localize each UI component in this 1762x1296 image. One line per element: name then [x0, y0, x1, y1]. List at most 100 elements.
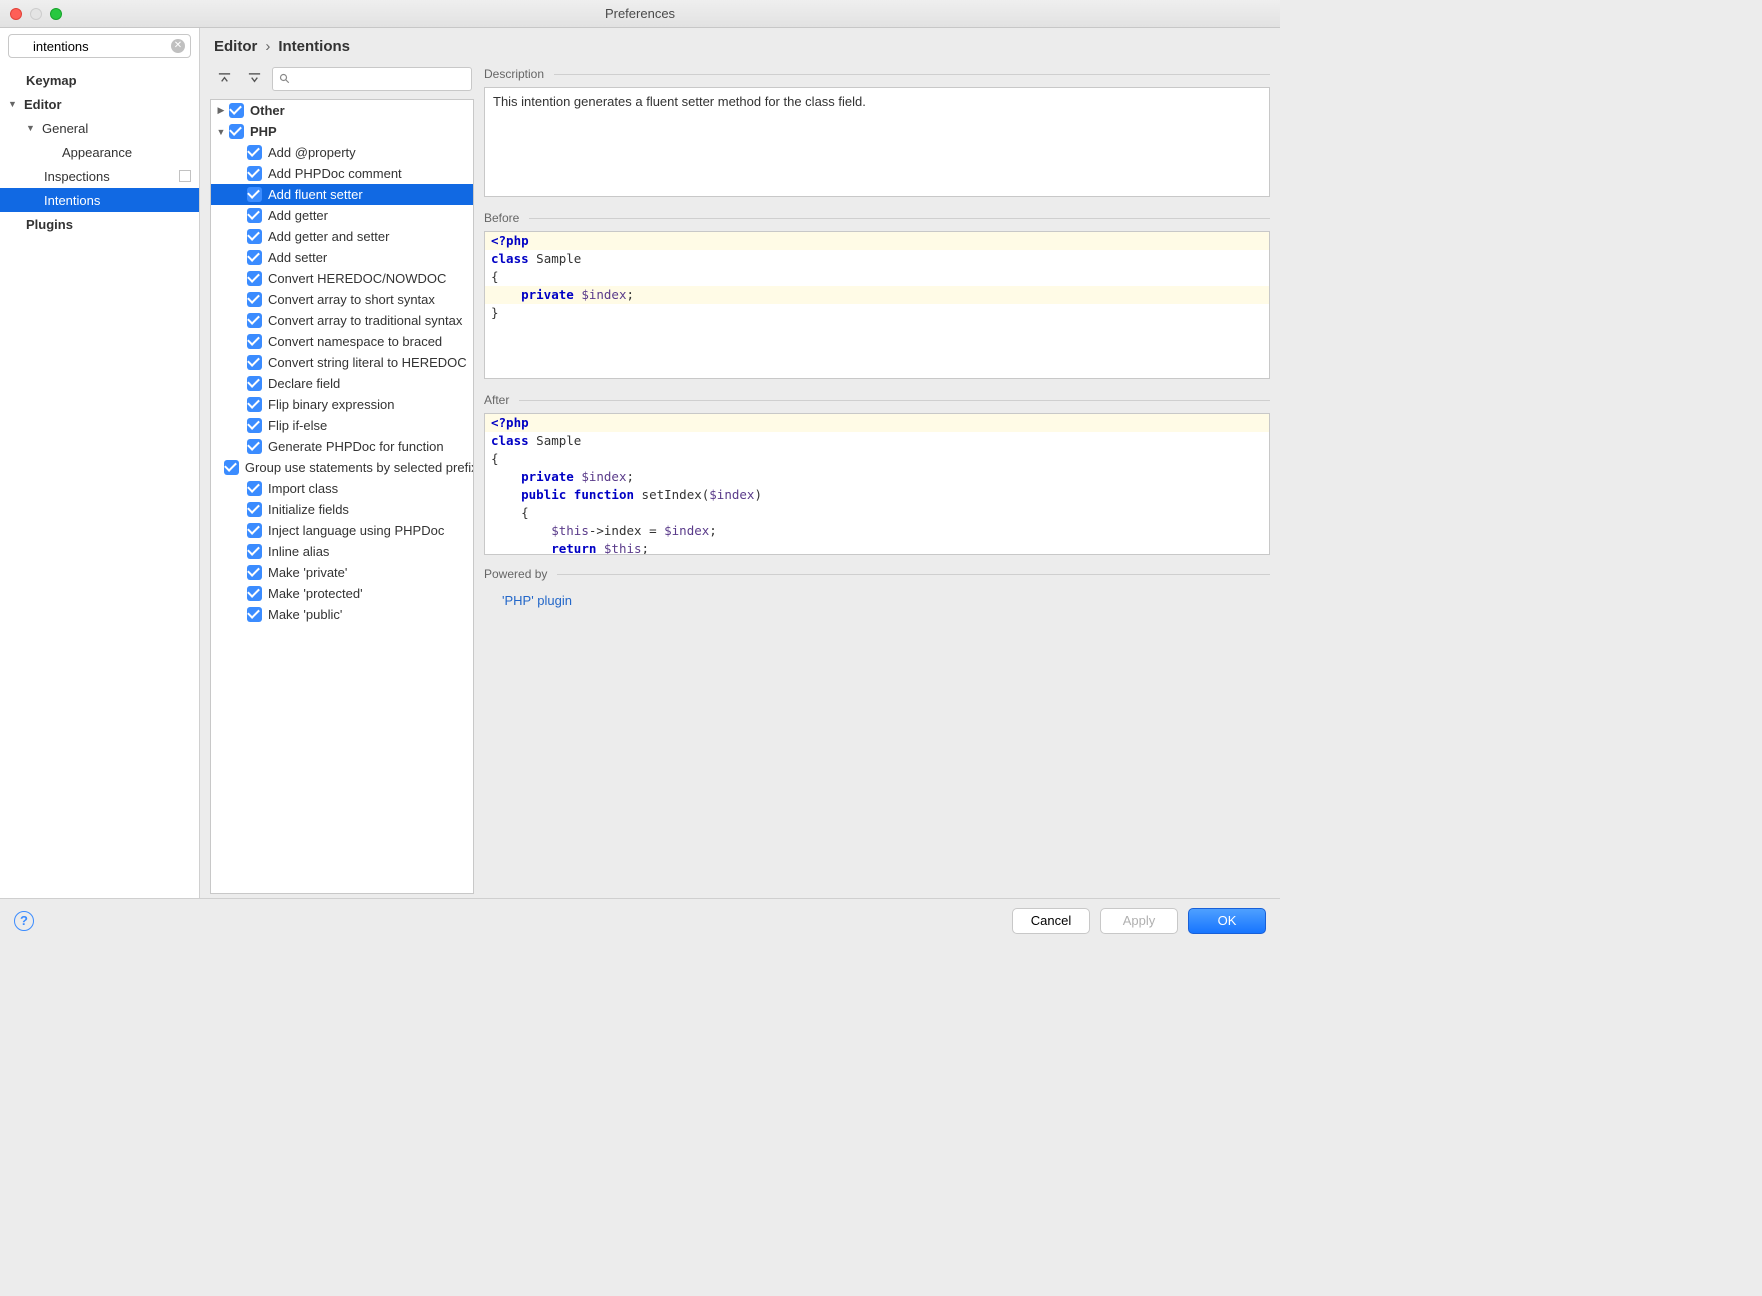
tree-item[interactable]: ▶Flip binary expression: [211, 394, 473, 415]
chevron-down-icon: ▼: [215, 127, 227, 137]
chevron-right-icon: ▶: [215, 105, 227, 116]
tree-item[interactable]: ▶Convert array to traditional syntax: [211, 310, 473, 331]
tree-item-label: Convert HEREDOC/NOWDOC: [268, 271, 446, 286]
expand-all-icon[interactable]: [212, 68, 236, 90]
tree-item[interactable]: ▶Convert HEREDOC/NOWDOC: [211, 268, 473, 289]
checkbox-icon[interactable]: [247, 523, 262, 538]
tree-item[interactable]: ▶Make 'protected': [211, 583, 473, 604]
tree-item[interactable]: ▶Flip if-else: [211, 415, 473, 436]
after-code: <?phpclass Sample{ private $index; publi…: [484, 413, 1270, 555]
tree-item[interactable]: ▶Generate PHPDoc for function: [211, 436, 473, 457]
checkbox-icon[interactable]: [247, 544, 262, 559]
settings-search-input[interactable]: [8, 34, 191, 58]
checkbox-icon[interactable]: [247, 565, 262, 580]
tree-item[interactable]: ▶Make 'public': [211, 604, 473, 625]
sidebar-item-inspections[interactable]: Inspections: [0, 164, 199, 188]
before-code: <?phpclass Sample{ private $index;}: [484, 231, 1270, 379]
tree-search-input[interactable]: [272, 67, 472, 91]
tree-item[interactable]: ▶Add getter and setter: [211, 226, 473, 247]
ok-button[interactable]: OK: [1188, 908, 1266, 934]
tree-group-label: PHP: [250, 124, 277, 139]
sidebar-item-intentions[interactable]: Intentions: [0, 188, 199, 212]
description-text: This intention generates a fluent setter…: [484, 87, 1270, 197]
help-button[interactable]: ?: [14, 911, 34, 931]
checkbox-icon[interactable]: [247, 208, 262, 223]
checkbox-icon[interactable]: [229, 103, 244, 118]
tree-item-label: Generate PHPDoc for function: [268, 439, 444, 454]
checkbox-icon[interactable]: [247, 418, 262, 433]
sidebar-item-label: Intentions: [44, 193, 199, 208]
tree-item[interactable]: ▶Convert array to short syntax: [211, 289, 473, 310]
checkbox-icon[interactable]: [247, 313, 262, 328]
sidebar-item-plugins[interactable]: Plugins: [0, 212, 199, 236]
tree-item-label: Make 'private': [268, 565, 347, 580]
sidebar-item-label: Inspections: [44, 169, 179, 184]
before-label: Before: [484, 211, 519, 225]
checkbox-icon[interactable]: [247, 145, 262, 160]
sidebar-item-keymap[interactable]: Keymap: [0, 68, 199, 92]
tree-item[interactable]: ▶Add getter: [211, 205, 473, 226]
tree-item[interactable]: ▶Convert string literal to HEREDOC: [211, 352, 473, 373]
checkbox-icon[interactable]: [247, 502, 262, 517]
tree-item-label: Declare field: [268, 376, 340, 391]
tree-item[interactable]: ▶Inject language using PHPDoc: [211, 520, 473, 541]
chevron-down-icon: ▼: [26, 123, 36, 133]
tree-item-label: Add getter: [268, 208, 328, 223]
tree-item[interactable]: ▶Make 'private': [211, 562, 473, 583]
powered-by-link[interactable]: 'PHP' plugin: [484, 587, 1270, 608]
sidebar-item-appearance[interactable]: Appearance: [0, 140, 199, 164]
tree-item-label: Add fluent setter: [268, 187, 363, 202]
tree-item-label: Flip binary expression: [268, 397, 394, 412]
tree-item-label: Convert namespace to braced: [268, 334, 442, 349]
sidebar-item-label: Plugins: [26, 217, 199, 232]
tree-item[interactable]: ▶Group use statements by selected prefix: [211, 457, 473, 478]
tree-item-label: Convert array to traditional syntax: [268, 313, 462, 328]
checkbox-icon[interactable]: [247, 187, 262, 202]
checkbox-icon[interactable]: [247, 397, 262, 412]
tree-item[interactable]: ▶Import class: [211, 478, 473, 499]
checkbox-icon[interactable]: [247, 586, 262, 601]
sidebar-item-editor[interactable]: ▼Editor: [0, 92, 199, 116]
checkbox-icon[interactable]: [247, 292, 262, 307]
checkbox-icon[interactable]: [247, 607, 262, 622]
breadcrumb: Editor›Intentions: [200, 28, 1280, 63]
sidebar-item-label: Appearance: [62, 145, 199, 160]
checkbox-icon[interactable]: [224, 460, 239, 475]
sidebar-item-label: General: [42, 121, 199, 136]
tree-item-label: Import class: [268, 481, 338, 496]
tree-item-label: Make 'public': [268, 607, 342, 622]
tree-item-label: Make 'protected': [268, 586, 363, 601]
checkbox-icon[interactable]: [247, 229, 262, 244]
checkbox-icon[interactable]: [247, 271, 262, 286]
clear-search-icon[interactable]: ✕: [171, 39, 185, 53]
tree-item[interactable]: ▶Add setter: [211, 247, 473, 268]
checkbox-icon[interactable]: [247, 439, 262, 454]
cancel-button[interactable]: Cancel: [1012, 908, 1090, 934]
titlebar: Preferences: [0, 0, 1280, 28]
tree-item-label: Group use statements by selected prefix: [245, 460, 474, 475]
checkbox-icon[interactable]: [247, 334, 262, 349]
checkbox-icon[interactable]: [247, 481, 262, 496]
tree-group-php[interactable]: ▼ PHP: [211, 121, 473, 142]
tree-item[interactable]: ▶Convert namespace to braced: [211, 331, 473, 352]
tree-item-label: Initialize fields: [268, 502, 349, 517]
checkbox-icon[interactable]: [247, 166, 262, 181]
tree-item[interactable]: ▶Add @property: [211, 142, 473, 163]
tree-item-label: Add PHPDoc comment: [268, 166, 402, 181]
tree-item[interactable]: ▶Declare field: [211, 373, 473, 394]
tree-group-other[interactable]: ▶Other: [211, 100, 473, 121]
tree-item-label: Inject language using PHPDoc: [268, 523, 444, 538]
checkbox-icon[interactable]: [247, 250, 262, 265]
sidebar: ✕ Keymap▼Editor ▼ General Appearance Inspect…: [0, 28, 200, 898]
tree-item[interactable]: ▶Add PHPDoc comment: [211, 163, 473, 184]
checkbox-icon[interactable]: [247, 355, 262, 370]
apply-button[interactable]: Apply: [1100, 908, 1178, 934]
checkbox-icon[interactable]: [247, 376, 262, 391]
collapse-all-icon[interactable]: [242, 68, 266, 90]
tree-item[interactable]: ▶Initialize fields: [211, 499, 473, 520]
tree-item[interactable]: ▶Inline alias: [211, 541, 473, 562]
powered-by-label: Powered by: [484, 567, 547, 581]
sidebar-item-general[interactable]: ▼ General: [0, 116, 199, 140]
checkbox-icon[interactable]: [229, 124, 244, 139]
tree-item[interactable]: ▶Add fluent setter: [211, 184, 473, 205]
